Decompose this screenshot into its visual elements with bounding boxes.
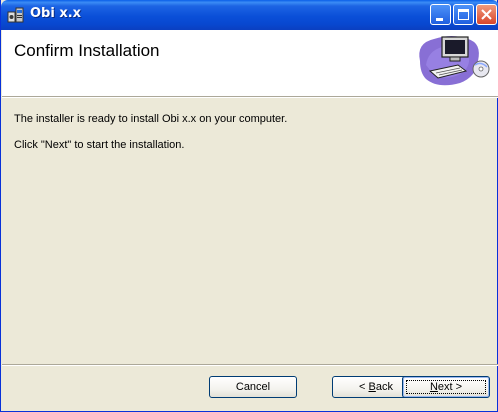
- computer-setup-icon: [419, 36, 490, 86]
- installer-icon: [7, 7, 24, 23]
- installer-window: Obi x.x Confirm Installation The install…: [0, 0, 498, 412]
- close-icon: [481, 9, 492, 20]
- window-title: Obi x.x: [30, 6, 82, 21]
- footer-divider-highlight: [2, 365, 498, 366]
- minimize-button[interactable]: [430, 4, 451, 25]
- back-button-mnemonic: B: [368, 381, 376, 393]
- title-bar[interactable]: Obi x.x: [1, 0, 498, 30]
- cancel-button[interactable]: Cancel: [209, 376, 297, 398]
- close-button[interactable]: [476, 4, 497, 25]
- ready-message: The installer is ready to install Obi x.…: [14, 113, 288, 125]
- maximize-icon: [458, 9, 469, 20]
- minimize-icon: [436, 18, 443, 21]
- back-button-prefix: <: [359, 381, 369, 393]
- page-title: Confirm Installation: [14, 41, 160, 60]
- back-button-rest: ack: [375, 381, 393, 393]
- instruction-message: Click "Next" to start the installation.: [14, 139, 185, 151]
- next-button[interactable]: Next >: [402, 376, 490, 398]
- focus-rectangle: [406, 380, 486, 394]
- header-banner: Confirm Installation: [2, 30, 498, 96]
- cancel-button-label: Cancel: [235, 381, 271, 393]
- banner-divider-highlight: [2, 97, 498, 98]
- maximize-button[interactable]: [453, 4, 474, 25]
